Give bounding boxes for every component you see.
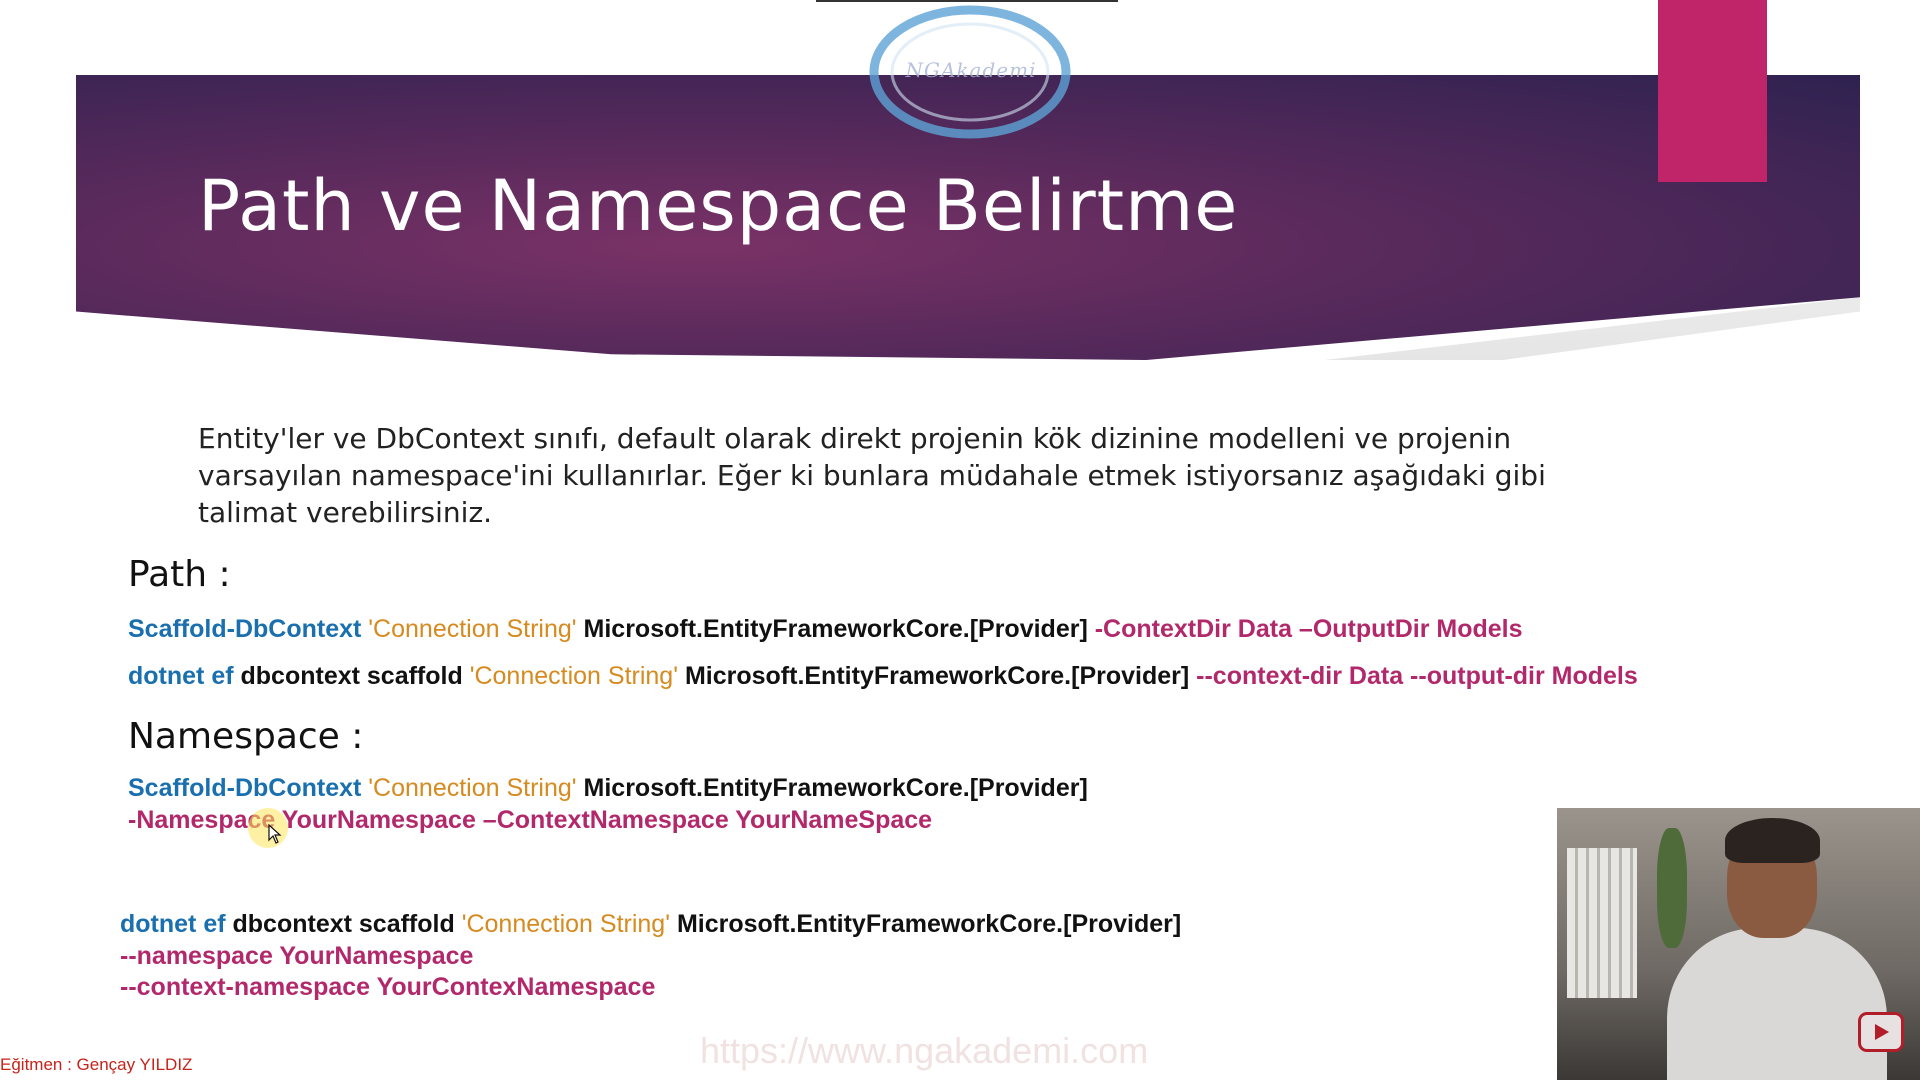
plant xyxy=(1657,828,1687,948)
code-provider: Microsoft.EntityFrameworkCore.[Provider] xyxy=(583,615,1088,643)
code-subcommand: dbcontext scaffold xyxy=(240,662,463,690)
code-string: 'Connection String' xyxy=(368,774,577,802)
path-heading: Path : xyxy=(128,554,231,595)
namespace-heading: Namespace : xyxy=(128,716,364,757)
code-keyword: Scaffold-DbContext xyxy=(128,615,362,643)
mouse-pointer-icon xyxy=(268,824,282,844)
code-option-namespace: --namespace YourNamespace xyxy=(120,942,474,970)
youtube-play-icon[interactable] xyxy=(1858,1012,1904,1052)
code-keyword: dotnet ef xyxy=(128,662,234,690)
namespace-command-scaffold: Scaffold-DbContext 'Connection String' M… xyxy=(128,772,1088,804)
code-provider: Microsoft.EntityFrameworkCore.[Provider] xyxy=(583,774,1088,802)
code-subcommand: dbcontext scaffold xyxy=(232,910,455,938)
path-command-dotnet: dotnet ef dbcontext scaffold 'Connection… xyxy=(128,660,1638,692)
presenter-hair xyxy=(1725,818,1820,863)
slide-title: Path ve Namespace Belirtme xyxy=(198,165,1239,247)
presenter-body xyxy=(1667,928,1887,1080)
intro-paragraph: Entity'ler ve DbContext sınıfı, default … xyxy=(198,422,1546,529)
code-string: 'Connection String' xyxy=(469,662,678,690)
code-options: -ContextDir Data –OutputDir Models xyxy=(1094,615,1523,643)
code-string: 'Connection String' xyxy=(368,615,577,643)
code-options: --context-dir Data --output-dir Models xyxy=(1196,662,1638,690)
code-keyword: dotnet ef xyxy=(120,910,226,938)
code-provider: Microsoft.EntityFrameworkCore.[Provider] xyxy=(684,662,1190,690)
code-keyword: Scaffold-DbContext xyxy=(128,774,362,802)
instructor-label: Eğitmen : Gençay YILDIZ xyxy=(0,1055,193,1074)
code-option-context-namespace: --context-namespace YourContexNamespace xyxy=(120,973,656,1001)
radiator xyxy=(1567,848,1637,998)
code-provider: Microsoft.EntityFrameworkCore.[Provider] xyxy=(676,910,1182,938)
accent-tab xyxy=(1658,0,1767,182)
website-watermark: https://www.ngakademi.com xyxy=(700,1030,1149,1071)
play-icon xyxy=(1875,1024,1889,1040)
code-string: 'Connection String' xyxy=(461,910,670,938)
namespace-command-dotnet: dotnet ef dbcontext scaffold 'Connection… xyxy=(120,908,1181,940)
logo-text: NGAkademi xyxy=(905,58,1037,82)
path-command-scaffold: Scaffold-DbContext 'Connection String' M… xyxy=(128,613,1523,645)
